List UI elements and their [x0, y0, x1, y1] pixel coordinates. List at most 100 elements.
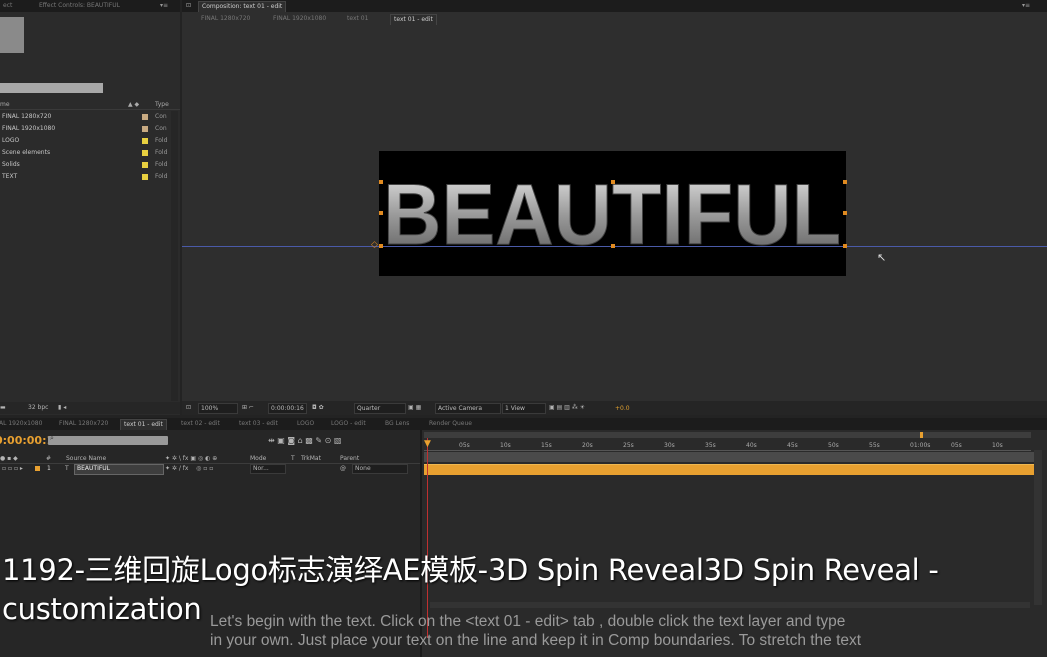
timeline-tabbar: AL 1920x1080 FINAL 1280x720 text 01 - edit…	[0, 418, 1047, 430]
timeline-tab[interactable]: BG Lens	[382, 419, 412, 429]
bpc-label[interactable]: 32 bpc	[28, 404, 48, 412]
text-handle[interactable]	[611, 180, 615, 184]
project-item[interactable]: Solids Fold	[0, 159, 178, 171]
text-handle[interactable]	[611, 244, 615, 248]
layer-duration-bar[interactable]	[424, 464, 1034, 475]
timeline-tab[interactable]: text 01 - edit	[120, 419, 167, 430]
tab-project[interactable]: ect	[0, 1, 15, 11]
project-item[interactable]: FINAL 1920x1080 Con	[0, 123, 178, 135]
layer-index: 1	[47, 465, 51, 472]
label-color-swatch[interactable]	[142, 174, 148, 180]
timeline-zoom-bar[interactable]	[430, 602, 1030, 608]
camera-select[interactable]: Active Camera	[435, 403, 501, 414]
current-time-indicator[interactable]	[427, 438, 428, 638]
label-color-swatch[interactable]	[142, 162, 148, 168]
pickwhip-icon[interactable]: @	[340, 465, 346, 473]
tutorial-line-2: in your own. Just place your text on the…	[210, 632, 862, 649]
project-panel: me ▲ ◆ Type FINAL 1280x720 Con FINAL 1920x…	[0, 12, 180, 415]
timeline-tab[interactable]: LOGO - edit	[328, 419, 369, 429]
project-item[interactable]: Scene elements Fold	[0, 147, 178, 159]
trash-icon[interactable]: ▮ ◂	[58, 404, 66, 412]
label-color-swatch[interactable]	[142, 114, 148, 120]
timeline-tab[interactable]: text 02 - edit	[178, 419, 223, 429]
text-handle[interactable]	[379, 244, 383, 248]
comp-tab[interactable]: FINAL 1920x1080	[270, 14, 329, 24]
col-type[interactable]: Type	[155, 101, 169, 109]
label-color-swatch[interactable]	[142, 138, 148, 144]
layer-mode-select[interactable]: Nor...	[250, 464, 286, 474]
panel-menu-icon[interactable]: ▾≡	[1022, 2, 1030, 10]
text-handle[interactable]	[843, 244, 847, 248]
timeline-search-input[interactable]: ⌕	[48, 434, 168, 445]
ruler-label: 40s	[746, 442, 757, 449]
project-item[interactable]: LOGO Fold	[0, 135, 178, 147]
anchor-point-icon[interactable]: ◇	[371, 240, 378, 250]
grid-icon[interactable]: ⊞ ⌐	[242, 404, 254, 412]
col-source-name[interactable]: Source Name	[66, 455, 106, 463]
timeline-tab[interactable]: FINAL 1280x720	[56, 419, 111, 429]
resolution-select[interactable]: Quarter	[354, 403, 406, 414]
timeline-tab[interactable]: LOGO	[294, 419, 317, 429]
project-item[interactable]: TEXT Fold	[0, 171, 178, 183]
col-name[interactable]: me	[0, 101, 10, 109]
timeline-tab[interactable]: Render Queue	[426, 419, 475, 429]
ruler-labels: 05s 10s 15s 20s 25s 30s 35s 40s 45s 50s 55s 01:00s 0…	[0, 0, 1047, 449]
always-preview-icon[interactable]: ⊡	[186, 404, 191, 412]
col-trkmat[interactable]: TrkMat	[301, 455, 321, 463]
layer-row[interactable]: ▫ ▫ ▫ ▸ 1 T BEAUTIFUL ✦ ✲ / fx ◎ ▫ ▫ Nor…	[0, 464, 420, 475]
text-handle[interactable]	[379, 211, 383, 215]
canvas-text-layer[interactable]: BEAUTIFUL	[379, 151, 846, 276]
timeline-tabs: AL 1920x1080 FINAL 1280x720 text 01 - edit…	[0, 418, 520, 430]
timeline-switch-icons[interactable]: ⇹ ▣ ◙ ⌂ ▩ ✎ ⊙ ▧	[268, 437, 341, 445]
project-item-name: Solids	[2, 161, 20, 168]
text-handle[interactable]	[379, 180, 383, 184]
ruler-label: 10s	[500, 442, 511, 449]
layer-parent-select[interactable]: None	[352, 464, 408, 474]
layer-label-color[interactable]	[35, 466, 40, 471]
col-parent[interactable]: Parent	[340, 455, 359, 463]
col-mode[interactable]: Mode	[250, 455, 266, 463]
layer-name[interactable]: BEAUTIFUL	[74, 464, 164, 475]
composition-title[interactable]: Composition: text 01 - edit	[198, 1, 287, 12]
text-handle[interactable]	[843, 211, 847, 215]
comp-lock-icon[interactable]: ⊡	[186, 2, 191, 10]
comp-tab[interactable]: text 01 - edit	[390, 14, 437, 25]
timeline-tab[interactable]: text 03 - edit	[236, 419, 281, 429]
label-color-swatch[interactable]	[142, 150, 148, 156]
project-tabbar: ect Effect Controls: BEAUTIFUL ▾≡	[0, 0, 180, 12]
comp-tab[interactable]: text 01	[344, 14, 371, 24]
playhead-icon[interactable]: ▼	[424, 439, 431, 449]
project-list: FINAL 1280x720 Con FINAL 1920x1080 Con LOGO F…	[0, 111, 178, 191]
camera-snapshot-icon[interactable]: ◘ ✿	[312, 404, 324, 412]
view-options-icon[interactable]: ▣ ▤ ▥ ⁂ ☀	[549, 404, 585, 412]
text-handle[interactable]	[843, 180, 847, 184]
exposure-value[interactable]: +0.0	[615, 405, 630, 413]
timeline-tab[interactable]: AL 1920x1080	[0, 419, 45, 429]
project-item-type: Fold	[155, 161, 168, 168]
project-item[interactable]: FINAL 1280x720 Con	[0, 111, 178, 123]
timecode-field[interactable]: 0:00:00:16	[268, 403, 307, 414]
folder-icon[interactable]: ▬	[0, 404, 6, 412]
ruler-label: 20s	[582, 442, 593, 449]
time-ruler[interactable]	[424, 438, 1031, 451]
comp-tab[interactable]: FINAL 1280x720	[198, 14, 253, 24]
col-t[interactable]: T	[291, 455, 295, 463]
sort-icon[interactable]: ▲ ◆	[128, 101, 139, 109]
project-item-name: FINAL 1920x1080	[2, 125, 56, 132]
timeline-scrollbar[interactable]	[1034, 450, 1042, 605]
project-search-input[interactable]	[0, 83, 103, 93]
layer-switches-icons[interactable]: ✦ ✲ / fx ◎ ▫ ▫	[165, 465, 213, 473]
av-switch-icons[interactable]: ● ▪ ◆	[0, 455, 18, 463]
panel-menu-icon[interactable]: ▾≡	[160, 2, 168, 10]
layer-visibility-icon[interactable]: ▫ ▫ ▫ ▸	[2, 465, 23, 473]
composition-tabbar: ⊡ Composition: text 01 - edit ▾≡	[182, 0, 1047, 12]
mouse-cursor-icon: ↖	[877, 251, 887, 264]
view-select[interactable]: 1 View	[502, 403, 546, 414]
project-scrollbar[interactable]	[171, 111, 178, 401]
zoom-select[interactable]: 100%	[198, 403, 238, 414]
label-color-swatch[interactable]	[142, 126, 148, 132]
tab-effect-controls[interactable]: Effect Controls: BEAUTIFUL	[36, 1, 123, 11]
switches-icons[interactable]: ✦ ✲ \ fx ▣ ◎ ◐ ⊕	[165, 455, 217, 463]
project-item-name: FINAL 1280x720	[2, 113, 52, 120]
region-icon[interactable]: ▣ ▦	[408, 404, 421, 412]
